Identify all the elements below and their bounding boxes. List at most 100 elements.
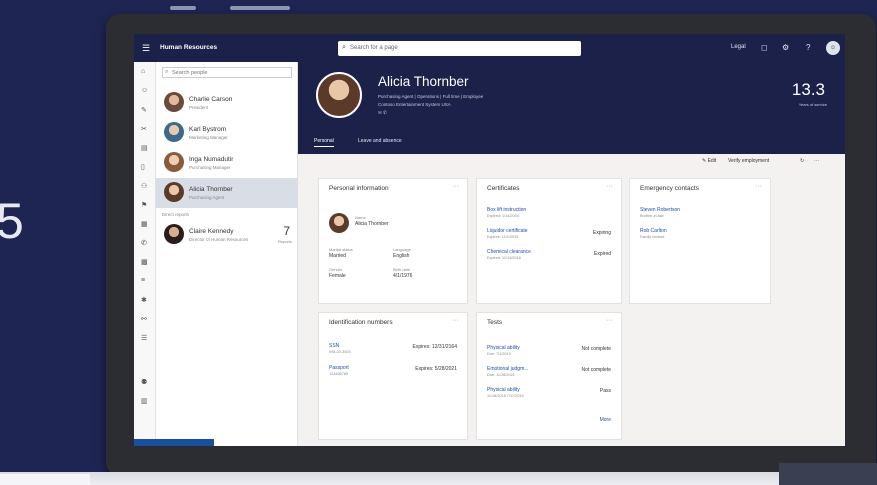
- pin-icon[interactable]: ✱: [141, 296, 147, 304]
- contact-relation: Family contact: [640, 235, 665, 239]
- certificate-link[interactable]: Box lift instruction: [487, 207, 526, 213]
- search-icon: ⌕: [342, 44, 346, 51]
- more-link[interactable]: More: [600, 417, 611, 423]
- taskbar-strip: [134, 439, 214, 446]
- chart-icon[interactable]: ▤: [141, 144, 148, 152]
- top-navigation-bar: ☰ Human Resources ⌕ Search for a page Le…: [134, 34, 845, 62]
- people-group-icon[interactable]: ⚉: [141, 378, 147, 386]
- search-icon: ⌕: [165, 69, 169, 75]
- avatar: [164, 122, 184, 142]
- test-status: Not complete: [581, 346, 611, 352]
- language-value: English: [393, 253, 410, 259]
- contact-icons[interactable]: ✉ ✆: [378, 110, 387, 116]
- employee-header: Alicia Thornber Purchasing Agent | Opera…: [298, 62, 845, 154]
- identification-link[interactable]: Passport: [329, 365, 349, 371]
- years-of-service-label: Years of service: [798, 102, 827, 107]
- more-options-icon[interactable]: ···: [606, 183, 613, 190]
- user-avatar[interactable]: ☺: [826, 41, 840, 55]
- background-shape: [170, 6, 196, 10]
- person-item-alicia[interactable]: Alicia Thornber Purchasing Agent: [156, 178, 298, 208]
- notifications-icon[interactable]: ◻: [761, 43, 768, 52]
- list-icon[interactable]: ≡: [141, 277, 145, 284]
- identification-expiry: Expires: 5/28/2021: [415, 366, 457, 372]
- card-title: Personal information: [329, 185, 389, 192]
- person-item-inga[interactable]: Inga Numadutir Purchasing Manager: [156, 148, 298, 178]
- person-item-charlie[interactable]: Charlie Carson President: [156, 88, 298, 118]
- contact-relation: Brother-in-law: [640, 214, 664, 218]
- avatar: [164, 224, 184, 244]
- legal-link[interactable]: Legal: [731, 44, 746, 50]
- certificate-link[interactable]: Liquidor certificate: [487, 228, 528, 234]
- reports-count: 7: [283, 224, 290, 238]
- identification-number: 098-20-3003: [329, 350, 351, 354]
- person-item-claire[interactable]: Claire Kennedy Director of Human Resourc…: [156, 220, 298, 250]
- certificate-link[interactable]: Chemical clearance: [487, 249, 531, 255]
- avatar: [329, 213, 349, 233]
- card-personal-information: Personal information ··· Name Alicia Tho…: [318, 178, 468, 304]
- more-options-icon[interactable]: ···: [452, 183, 459, 190]
- test-date: 11/18/2018 7/17/2019: [487, 394, 524, 398]
- certificate-expiry: Expires: 11/1/2019: [487, 235, 519, 239]
- test-link[interactable]: Physical ability: [487, 387, 520, 393]
- global-search-input[interactable]: ⌕ Search for a page: [338, 41, 581, 56]
- name-label: Name: [355, 215, 366, 220]
- search-placeholder: Search for a page: [350, 45, 398, 51]
- hierarchy-icon[interactable]: ⚯: [141, 315, 147, 323]
- card-title: Emergency contacts: [640, 185, 699, 192]
- home-icon[interactable]: ⌂: [141, 68, 145, 75]
- person-name: Alicia Thornber: [189, 186, 233, 193]
- menu-icon[interactable]: ☰: [141, 334, 147, 342]
- grid-icon[interactable]: ▩: [141, 258, 148, 266]
- tab-personal[interactable]: Personal: [314, 138, 334, 147]
- verify-employment-button[interactable]: Verify employment: [728, 158, 769, 164]
- more-options-icon[interactable]: ···: [452, 317, 459, 324]
- settings-gear-icon[interactable]: ⚙: [782, 43, 789, 52]
- more-options-icon[interactable]: ···: [755, 183, 762, 190]
- help-icon[interactable]: ?: [806, 43, 810, 52]
- waffle-menu-icon[interactable]: ☰: [142, 43, 150, 54]
- building-icon[interactable]: ▥: [141, 397, 148, 405]
- avatar: [164, 152, 184, 172]
- avatar: [164, 182, 184, 202]
- gender-value: Female: [329, 273, 346, 279]
- birth-date-value: 4/1/1976: [393, 273, 413, 279]
- navigation-rail: ⌂ ☺ ✎ ✂ ▤ ▯ ⚇ ⚑ ▦ ✆ ▩ ≡ ✱ ⚯ ☰ ⚉ ▥: [134, 62, 156, 446]
- refresh-icon[interactable]: ↻: [800, 158, 804, 164]
- employee-avatar: [316, 72, 362, 118]
- decorative-numeral: 5: [0, 193, 24, 249]
- tools-icon[interactable]: ✂: [141, 125, 147, 133]
- reports-count-label: Reports: [277, 239, 292, 244]
- flag-icon[interactable]: ⚑: [141, 201, 147, 209]
- employee-company: Contoso Entertainment System USA: [378, 102, 451, 107]
- people-search-input[interactable]: ⌕ Search people: [162, 67, 292, 78]
- more-options-icon[interactable]: ···: [814, 158, 819, 164]
- identification-link[interactable]: SSN: [329, 343, 339, 349]
- people-icon[interactable]: ☺: [141, 87, 148, 94]
- person-title: Marketing Manager: [189, 135, 228, 140]
- tab-leave-and-absence[interactable]: Leave and absence: [358, 138, 402, 144]
- org-icon[interactable]: ⚇: [141, 182, 147, 190]
- desk-item: [0, 474, 90, 485]
- pencil-icon[interactable]: ✎: [141, 106, 147, 114]
- card-certificates: Certificates ··· Box lift instruction Ex…: [476, 178, 622, 304]
- person-title: Director of Human Resources: [189, 237, 249, 242]
- more-options-icon[interactable]: ···: [606, 317, 613, 324]
- card-identification-numbers: Identification numbers ··· SSN 098-20-30…: [318, 312, 468, 440]
- identification-expiry: Expires: 12/31/2164: [412, 344, 457, 350]
- person-title: Purchasing Manager: [189, 165, 231, 170]
- person-title: Purchasing Agent: [189, 195, 225, 200]
- calendar-icon[interactable]: ▦: [141, 220, 148, 228]
- document-icon[interactable]: ▯: [141, 163, 145, 171]
- card-title: Tests: [487, 319, 503, 326]
- person-item-karl[interactable]: Karl Bystrom Marketing Manager: [156, 118, 298, 148]
- employee-meta: Purchasing Agent | Operations | Full tim…: [378, 94, 484, 99]
- phone-icon[interactable]: ✆: [141, 239, 147, 247]
- test-link[interactable]: Emotional judgm...: [487, 366, 528, 372]
- test-link[interactable]: Physical ability: [487, 345, 520, 351]
- contact-link[interactable]: Rob Carlton: [640, 228, 667, 234]
- people-search-placeholder: Search people: [172, 70, 208, 76]
- edit-button[interactable]: ✎ Edit: [702, 158, 716, 164]
- person-name: Charlie Carson: [189, 96, 233, 103]
- gender-label: Gender: [329, 267, 343, 272]
- contact-link[interactable]: Steven Robertson: [640, 207, 680, 213]
